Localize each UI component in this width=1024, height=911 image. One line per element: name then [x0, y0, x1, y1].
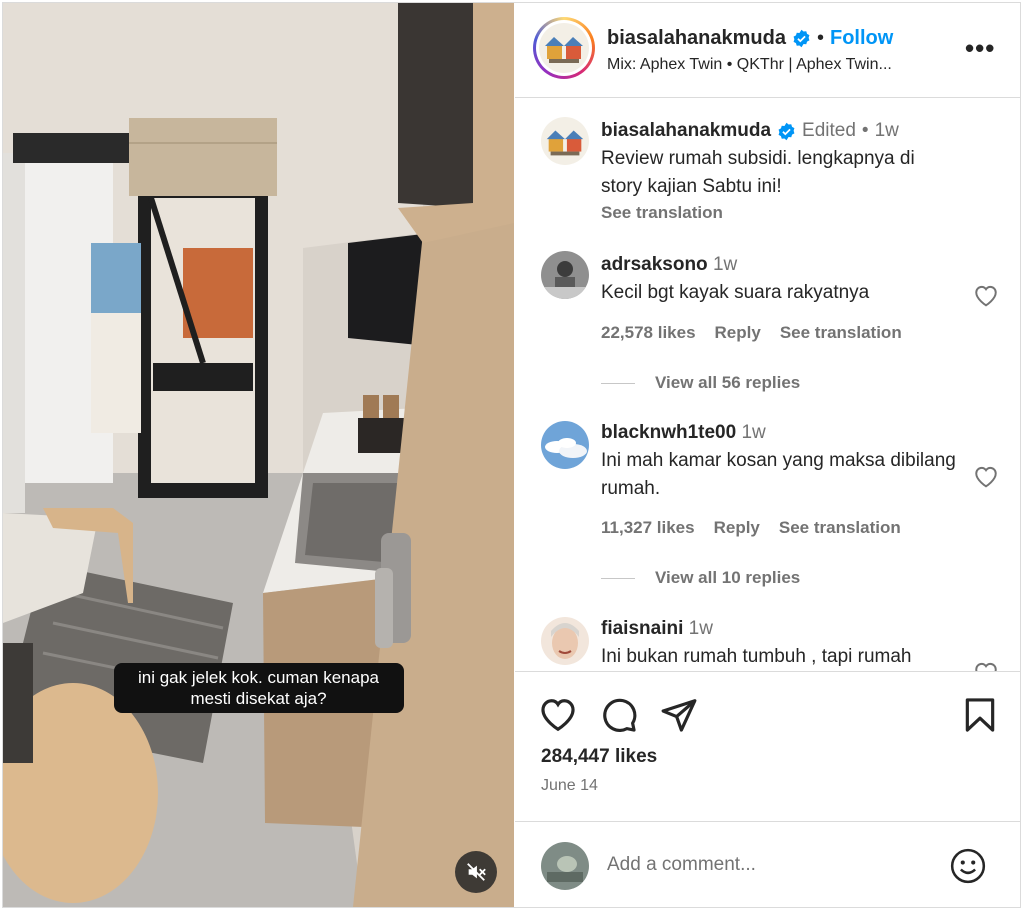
post-date: June 14 — [541, 777, 598, 794]
comment-bubble-icon[interactable] — [600, 696, 638, 734]
more-options-button[interactable]: ••• — [965, 33, 995, 64]
comment-text: Ini mah kamar kosan yang maksa dibilang … — [601, 450, 956, 499]
mute-toggle-button[interactable] — [455, 851, 497, 893]
comments-list: biasalahanakmuda Edited • 1w Review ruma… — [515, 99, 1020, 671]
bookmark-save-icon[interactable] — [961, 696, 999, 734]
comment-item: blacknwh1te00 1w Ini mah kamar kosan yan… — [601, 419, 961, 503]
comment-time[interactable]: 1w — [741, 422, 765, 443]
comment-input[interactable] — [607, 850, 927, 880]
caption-text: Review rumah subsidi. lengkapnya di stor… — [601, 148, 915, 197]
current-user-avatar — [541, 842, 589, 890]
comment-item: fiaisnaini 1w Ini bukan rumah tumbuh , t… — [601, 615, 961, 671]
verified-badge-icon — [778, 122, 795, 140]
commenter-avatar[interactable] — [541, 617, 589, 665]
post-time[interactable]: 1w — [875, 117, 899, 145]
author-username[interactable]: biasalahanakmuda — [607, 27, 786, 50]
audio-track-link[interactable]: Mix: Aphex Twin • QKThr | Aphex Twin... — [607, 56, 952, 74]
view-replies-label: View all 10 replies — [655, 568, 801, 587]
author-avatar[interactable] — [541, 117, 589, 165]
story-ring-avatar[interactable] — [533, 17, 595, 79]
comment-likes[interactable]: 22,578 likes — [601, 323, 696, 343]
like-comment-heart-icon[interactable] — [973, 660, 999, 671]
commenter-avatar[interactable] — [541, 421, 589, 469]
see-translation-link[interactable]: See translation — [780, 323, 902, 343]
comment-meta: 11,327 likes Reply See translation — [601, 518, 901, 538]
comment-username[interactable]: adrsaksono — [601, 254, 708, 275]
caption-username[interactable]: biasalahanakmuda — [601, 117, 771, 145]
share-send-icon[interactable] — [660, 696, 698, 734]
replies-divider — [601, 577, 635, 579]
comment-time[interactable]: 1w — [713, 254, 737, 275]
avatar — [539, 23, 589, 73]
post-actions: 284,447 likes June 14 — [515, 671, 1020, 821]
commenter-avatar[interactable] — [541, 251, 589, 299]
video-caption: ini gak jelek kok. cuman kenapa mesti di… — [3, 663, 514, 713]
comment-likes[interactable]: 11,327 likes — [601, 518, 695, 538]
replies-divider — [601, 382, 635, 384]
like-comment-heart-icon[interactable] — [973, 283, 999, 307]
view-replies-button[interactable]: View all 56 replies — [601, 373, 800, 393]
comment-username[interactable]: fiaisnaini — [601, 618, 683, 639]
verified-badge-icon — [793, 29, 810, 48]
comment-text: Kecil bgt kayak suara rakyatnya — [601, 282, 870, 303]
like-count[interactable]: 284,447 likes — [541, 746, 657, 768]
add-comment-bar — [515, 821, 1020, 907]
volume-muted-icon — [467, 863, 486, 881]
comment-meta: 22,578 likes Reply See translation — [601, 323, 902, 343]
comment-item: adrsaksono 1w Kecil bgt kayak suara raky… — [601, 251, 961, 307]
see-translation-link[interactable]: See translation — [779, 518, 901, 538]
separator-dot: • — [816, 27, 824, 49]
like-comment-heart-icon[interactable] — [973, 464, 999, 488]
post-header: biasalahanakmuda • Follow Mix: Aphex Twi… — [515, 3, 1020, 98]
comment-text: Ini bukan rumah tumbuh , tapi rumah — [601, 646, 912, 667]
separator-dot: • — [861, 120, 869, 141]
more-horizontal-icon: ••• — [965, 33, 996, 63]
comment-time[interactable]: 1w — [689, 618, 713, 639]
edited-label: Edited — [802, 120, 856, 141]
reel-video[interactable]: ini gak jelek kok. cuman kenapa mesti di… — [3, 3, 514, 907]
reply-button[interactable]: Reply — [715, 323, 761, 343]
see-translation-link[interactable]: See translation — [601, 199, 961, 227]
reply-button[interactable]: Reply — [714, 518, 760, 538]
post-caption: biasalahanakmuda Edited • 1w Review ruma… — [601, 117, 961, 227]
view-replies-button[interactable]: View all 10 replies — [601, 568, 800, 588]
like-heart-icon[interactable] — [539, 696, 577, 734]
video-frame-room-scene — [3, 3, 514, 907]
emoji-picker-icon[interactable] — [949, 847, 987, 885]
follow-button[interactable]: Follow — [830, 27, 893, 50]
comment-username[interactable]: blacknwh1te00 — [601, 422, 736, 443]
post-side-panel: biasalahanakmuda • Follow Mix: Aphex Twi… — [515, 3, 1020, 907]
view-replies-label: View all 56 replies — [655, 373, 801, 392]
caption-text: ini gak jelek kok. cuman kenapa mesti di… — [113, 663, 404, 713]
post-modal: ini gak jelek kok. cuman kenapa mesti di… — [2, 2, 1021, 908]
